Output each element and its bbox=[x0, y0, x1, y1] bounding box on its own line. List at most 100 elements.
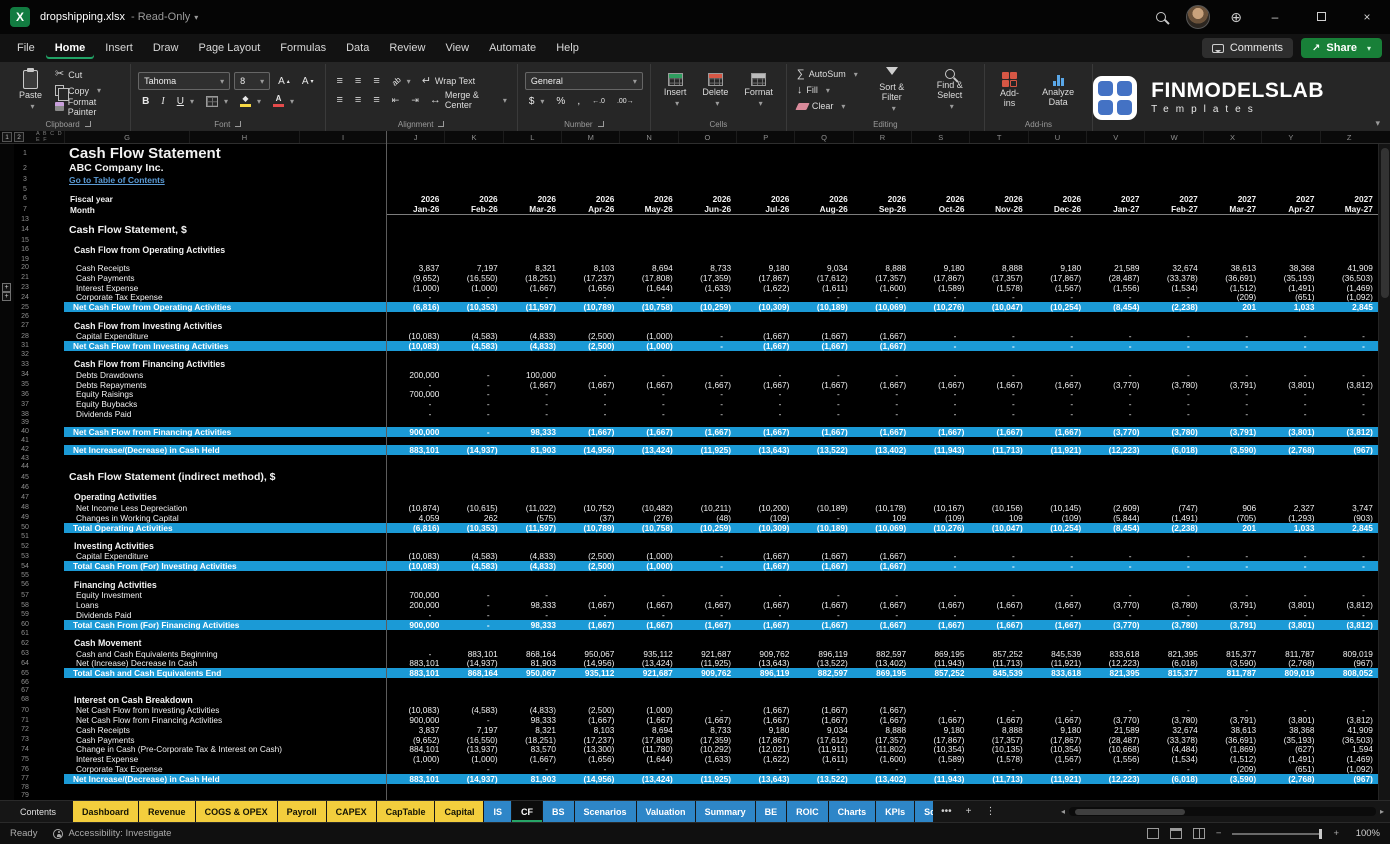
cell[interactable]: - bbox=[444, 764, 502, 774]
align-left-button[interactable]: ≡ bbox=[333, 92, 347, 108]
cell[interactable]: (13,522) bbox=[794, 659, 852, 669]
cell[interactable]: (1,667) bbox=[678, 600, 736, 610]
column-header-w[interactable]: W bbox=[1144, 131, 1202, 143]
row-number[interactable]: 19 bbox=[14, 255, 36, 263]
cell[interactable]: - bbox=[619, 399, 677, 409]
cell[interactable]: (3,770) bbox=[1086, 715, 1144, 725]
cell[interactable]: (1,512) bbox=[1203, 283, 1261, 293]
cell[interactable]: (17,359) bbox=[678, 735, 736, 745]
cell[interactable]: (35,193) bbox=[1261, 273, 1319, 283]
tab-overflow-button[interactable]: ••• bbox=[934, 801, 959, 822]
font-color-button[interactable]: A▾ bbox=[269, 93, 298, 109]
cell[interactable]: 3,837 bbox=[386, 725, 444, 735]
sheet-tab-bs[interactable]: BS bbox=[543, 801, 574, 822]
cell[interactable]: (1,534) bbox=[1144, 754, 1202, 764]
cell[interactable]: (1,667) bbox=[969, 380, 1027, 390]
cell[interactable]: Jan-27 bbox=[1086, 204, 1144, 215]
cell[interactable]: Jul-26 bbox=[736, 204, 794, 215]
cell[interactable]: - bbox=[1028, 590, 1086, 600]
menu-item-view[interactable]: View bbox=[436, 37, 478, 59]
cell[interactable]: (13,402) bbox=[853, 774, 911, 784]
cell[interactable]: (17,357) bbox=[853, 735, 911, 745]
cell[interactable]: - bbox=[1261, 331, 1319, 341]
cell[interactable]: 883,101 bbox=[444, 649, 502, 659]
cell[interactable]: 8,733 bbox=[678, 725, 736, 735]
cell[interactable]: - bbox=[1144, 705, 1202, 715]
cell[interactable]: (1,667) bbox=[736, 600, 794, 610]
cell[interactable]: - bbox=[1261, 552, 1319, 562]
cell[interactable]: (11,943) bbox=[911, 659, 969, 669]
cell[interactable]: - bbox=[1028, 705, 1086, 715]
increase-decimal-button[interactable]: ←.0 bbox=[588, 93, 609, 109]
row-number[interactable]: 25 bbox=[14, 302, 36, 312]
cell[interactable]: (1,491) bbox=[1144, 513, 1202, 523]
zoom-out-button[interactable]: − bbox=[1216, 828, 1222, 839]
cell[interactable]: (10,353) bbox=[444, 523, 502, 533]
cell[interactable]: 909,762 bbox=[736, 649, 794, 659]
cell[interactable]: (4,833) bbox=[503, 561, 561, 571]
cell[interactable]: 81,903 bbox=[503, 445, 561, 455]
cell[interactable]: - bbox=[1203, 590, 1261, 600]
cell[interactable]: (2,500) bbox=[561, 331, 619, 341]
cell[interactable]: - bbox=[1086, 552, 1144, 562]
cell[interactable]: - bbox=[969, 331, 1027, 341]
cell[interactable]: (1,667) bbox=[969, 620, 1027, 630]
dialog-launcher-icon[interactable] bbox=[235, 121, 241, 127]
cell[interactable]: - bbox=[1203, 610, 1261, 620]
cell[interactable]: - bbox=[678, 561, 736, 571]
cell[interactable]: - bbox=[1320, 610, 1378, 620]
format-painter-button[interactable]: Format Painter bbox=[52, 99, 123, 114]
zoom-in-button[interactable]: + bbox=[1333, 828, 1339, 839]
cell[interactable]: - bbox=[1144, 292, 1202, 302]
cell[interactable]: (10,156) bbox=[969, 503, 1027, 513]
cell[interactable]: 857,252 bbox=[969, 649, 1027, 659]
cell[interactable]: - bbox=[1144, 390, 1202, 400]
cell[interactable]: 1,594 bbox=[1320, 745, 1378, 755]
cell[interactable]: Oct-26 bbox=[911, 204, 969, 215]
cell[interactable]: - bbox=[1261, 370, 1319, 380]
row-number[interactable]: 36 bbox=[14, 390, 36, 400]
cell[interactable]: 8,888 bbox=[853, 263, 911, 273]
cell[interactable]: (1,667) bbox=[561, 380, 619, 390]
cell[interactable]: - bbox=[1261, 610, 1319, 620]
cell[interactable]: 869,195 bbox=[911, 649, 969, 659]
cell[interactable]: - bbox=[1086, 390, 1144, 400]
cell[interactable]: - bbox=[678, 705, 736, 715]
cell[interactable]: (1,667) bbox=[678, 620, 736, 630]
cell[interactable]: (3,770) bbox=[1086, 620, 1144, 630]
column-header-i[interactable]: I bbox=[299, 131, 386, 143]
cell[interactable]: (6,018) bbox=[1144, 445, 1202, 455]
cell[interactable]: (10,309) bbox=[736, 302, 794, 312]
cell[interactable]: (17,357) bbox=[853, 273, 911, 283]
number-format-select[interactable]: General▾ bbox=[525, 72, 643, 90]
cell[interactable]: (17,867) bbox=[736, 735, 794, 745]
cell[interactable]: - bbox=[1320, 390, 1378, 400]
cell[interactable]: (10,178) bbox=[853, 503, 911, 513]
column-header-o[interactable]: O bbox=[678, 131, 736, 143]
fill-color-button[interactable]: ◆▾ bbox=[236, 93, 265, 109]
cell[interactable]: 9,180 bbox=[1028, 725, 1086, 735]
cell[interactable]: - bbox=[911, 590, 969, 600]
cell[interactable]: - bbox=[969, 552, 1027, 562]
cell[interactable]: (3,812) bbox=[1320, 715, 1378, 725]
row-number[interactable]: 1 bbox=[14, 144, 36, 162]
cell[interactable]: 200,000 bbox=[386, 370, 444, 380]
column-headers-a-f[interactable]: A B C D E F bbox=[36, 131, 64, 143]
cell[interactable]: (35,193) bbox=[1261, 735, 1319, 745]
cell[interactable]: 3,837 bbox=[386, 263, 444, 273]
comma-format-button[interactable]: , bbox=[573, 93, 584, 109]
row-number[interactable]: 7 bbox=[14, 204, 36, 215]
cell[interactable]: (209) bbox=[1203, 764, 1261, 774]
cell[interactable]: (10,789) bbox=[561, 302, 619, 312]
row-number[interactable]: 46 bbox=[14, 484, 36, 492]
cell[interactable]: - bbox=[1028, 764, 1086, 774]
cell[interactable]: (1,589) bbox=[911, 754, 969, 764]
cell[interactable]: 9,180 bbox=[736, 725, 794, 735]
share-button[interactable]: ↗ Share ▾ bbox=[1301, 38, 1382, 58]
cell[interactable]: - bbox=[1086, 341, 1144, 351]
cell[interactable]: 883,101 bbox=[386, 668, 444, 678]
cell[interactable]: 909,762 bbox=[678, 668, 736, 678]
cell[interactable]: (10,254) bbox=[1028, 523, 1086, 533]
cell[interactable]: (11,911) bbox=[794, 745, 852, 755]
cell[interactable]: 38,613 bbox=[1203, 725, 1261, 735]
